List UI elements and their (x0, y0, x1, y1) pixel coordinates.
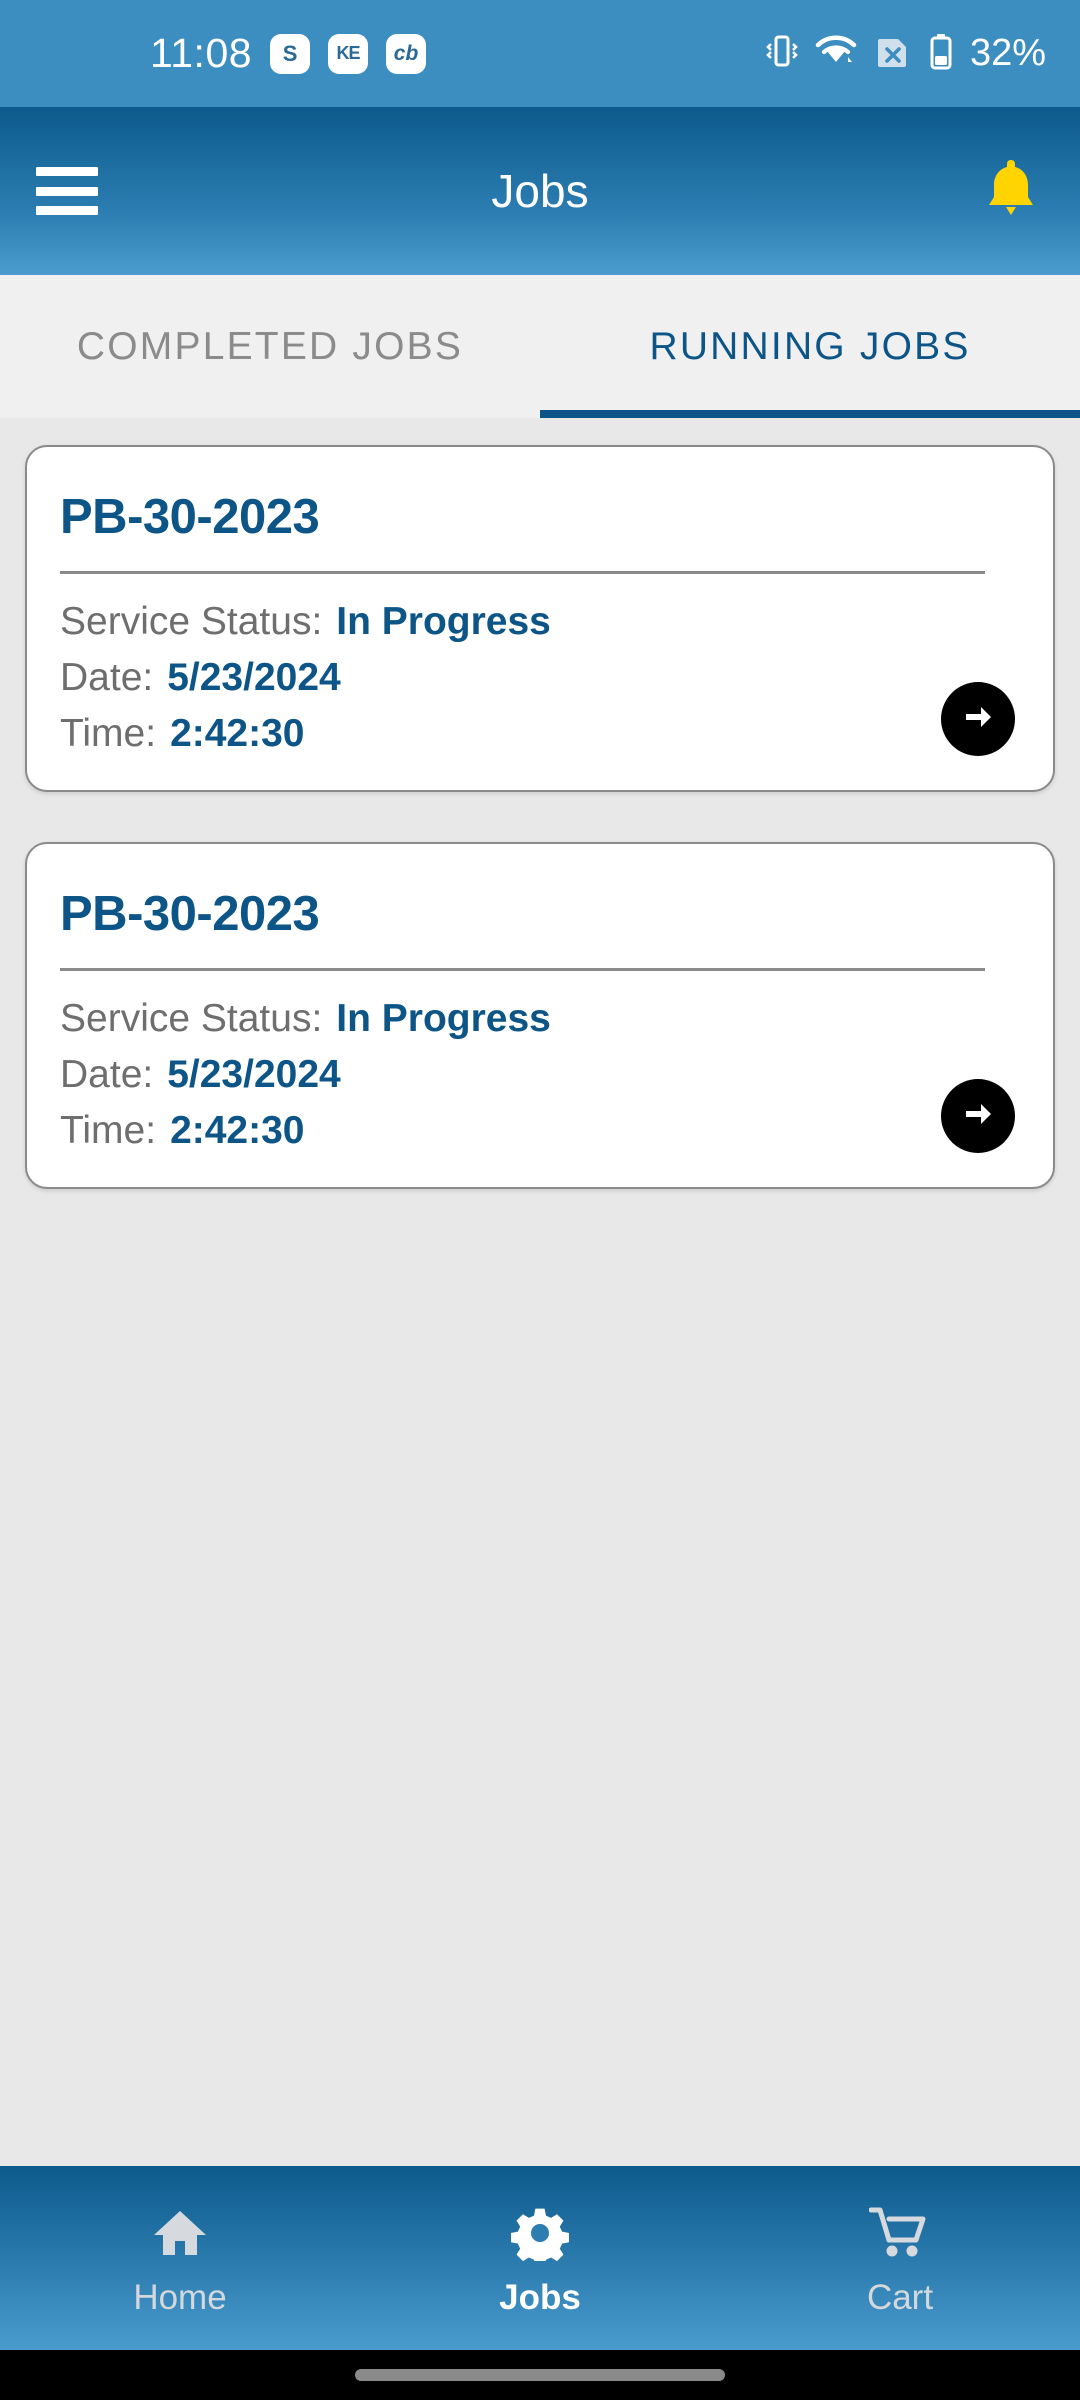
home-icon (151, 2205, 209, 2266)
job-status-label: Service Status: (60, 997, 323, 1040)
job-status-label: Service Status: (60, 600, 323, 643)
hamburger-menu-icon[interactable] (36, 167, 98, 215)
job-card[interactable]: PB-30-2023 Service Status: In Progress D… (25, 445, 1055, 792)
gesture-navigation-bar (0, 2350, 1080, 2400)
job-card-details: Service Status: In Progress Date: 5/23/2… (60, 971, 1020, 1153)
job-time-label: Time: (60, 712, 157, 755)
gear-icon (511, 2205, 569, 2267)
tab-running-jobs[interactable]: RUNNING JOBS (540, 275, 1080, 418)
job-status-value: In Progress (336, 600, 551, 643)
skype-icon: S (270, 33, 311, 74)
nav-item-jobs-label: Jobs (499, 2277, 581, 2317)
cb-app-icon: cb (386, 33, 427, 74)
job-date-label: Date: (60, 656, 154, 699)
nav-item-cart[interactable]: Cart (720, 2199, 1080, 2318)
sim-error-icon (874, 31, 912, 76)
job-date-value: 5/23/2024 (167, 656, 341, 699)
page-title: Jobs (491, 165, 589, 217)
nav-item-home[interactable]: Home (0, 2199, 360, 2318)
wifi-icon (814, 31, 858, 76)
nav-item-cart-label: Cart (866, 2277, 934, 2317)
job-status-row: Service Status: In Progress (60, 600, 1020, 644)
ke-app-icon: KE (328, 33, 369, 74)
bell-icon[interactable] (982, 156, 1040, 227)
shopping-cart-icon (868, 2205, 931, 2266)
tab-running-jobs-label: RUNNING JOBS (649, 324, 971, 368)
status-bar-clock: 11:08 (150, 30, 253, 76)
job-open-button[interactable] (941, 1079, 1015, 1153)
job-card-details: Service Status: In Progress Date: 5/23/2… (60, 574, 1020, 756)
job-status-row: Service Status: In Progress (60, 997, 1020, 1041)
battery-percent: 32% (969, 32, 1046, 74)
tab-completed-jobs[interactable]: COMPLETED JOBS (0, 275, 540, 418)
battery-icon (928, 31, 954, 76)
job-status-value: In Progress (336, 997, 551, 1040)
tab-completed-jobs-label: COMPLETED JOBS (76, 324, 464, 368)
job-date-row: Date: 5/23/2024 (60, 656, 1020, 700)
vibrate-icon (766, 31, 798, 76)
job-time-row: Time: 2:42:30 (60, 1109, 1020, 1153)
bottom-navigation-bar: Home Jobs Cart (0, 2166, 1080, 2350)
job-open-button[interactable] (941, 682, 1015, 756)
status-bar-right: 32% (766, 31, 1046, 76)
job-date-value: 5/23/2024 (167, 1053, 341, 1096)
app-bar: Jobs (0, 107, 1080, 275)
job-card-title: PB-30-2023 (60, 887, 320, 941)
running-jobs-list: PB-30-2023 Service Status: In Progress D… (0, 418, 1080, 2166)
status-bar-left: 11:08 S KE cb (0, 30, 427, 77)
job-card[interactable]: PB-30-2023 Service Status: In Progress D… (25, 842, 1055, 1189)
job-card-title: PB-30-2023 (60, 490, 320, 544)
phone-screen: 11:08 S KE cb 32% Jobs COMPLETED JOBS RU… (0, 0, 1080, 2400)
arrow-right-icon (958, 1094, 998, 1139)
jobs-tab-bar: COMPLETED JOBS RUNNING JOBS (0, 275, 1080, 418)
job-time-label: Time: (60, 1109, 157, 1152)
arrow-right-icon (958, 697, 998, 742)
gesture-pill[interactable] (355, 2369, 725, 2381)
status-bar: 11:08 S KE cb 32% (0, 0, 1080, 107)
job-date-row: Date: 5/23/2024 (60, 1053, 1020, 1097)
job-time-row: Time: 2:42:30 (60, 712, 1020, 756)
job-time-value: 2:42:30 (170, 712, 305, 755)
job-date-label: Date: (60, 1053, 154, 1096)
nav-item-jobs[interactable]: Jobs (360, 2199, 720, 2318)
nav-item-home-label: Home (133, 2277, 227, 2317)
job-time-value: 2:42:30 (170, 1109, 305, 1152)
